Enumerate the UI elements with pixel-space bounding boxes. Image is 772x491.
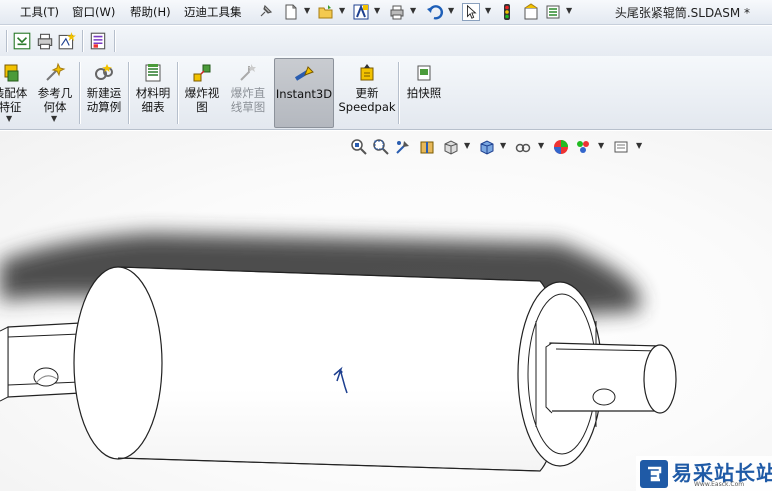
explode-line-sketch-icon [240,64,256,81]
menu-window[interactable]: 窗口(W) [72,4,115,20]
explode-line-sketch-button[interactable]: 爆炸直 线草图 [226,58,270,128]
toolbar-separator [114,30,115,52]
exploded-view-icon [193,64,211,82]
assembly-features-label: 装配体 特征 [0,86,28,114]
motion-study-icon [95,64,113,80]
options-icon[interactable] [544,3,562,21]
toolbar-separator [6,30,7,52]
assembly-features-button[interactable]: 装配体 特征 [0,58,32,128]
new-motion-study-label: 新建运 动算例 [86,86,122,114]
design-table-icon[interactable] [88,31,108,51]
standard-toolbar [0,26,772,56]
graphics-area[interactable]: ▼ ▼ ▼ ▼ ▼ [0,131,772,491]
bill-of-materials-button[interactable]: 材料明 细表 [131,58,175,128]
watermark-logo [640,460,668,488]
take-snapshot-button[interactable]: 拍快照 [402,58,446,128]
save-sheet-icon[interactable] [12,31,32,51]
command-separator [398,62,399,124]
new-drawing-icon[interactable] [57,31,77,51]
command-separator [79,62,80,124]
reference-geometry-label: 参考几 何体 [37,86,73,114]
pin-icon[interactable] [256,3,274,21]
undo-dropdown-arrow[interactable]: ▼ [448,6,454,15]
menu-help[interactable]: 帮助(H) [130,4,171,20]
reference-geometry-arrow[interactable]: ▼ [51,114,57,123]
right-shaft-hole [592,388,616,406]
instant3d-button[interactable]: Instant3D [274,58,334,128]
site-watermark: 易采站长站 Www.Easck.Com [636,456,772,491]
select-pointer-icon[interactable] [462,3,480,21]
menu-bar: 工具(T) 窗口(W) 帮助(H) 迈迪工具集 ▼ ▼ ▼ ▼ ▼ ▼ ▼ 头尾… [0,0,772,25]
menu-maidi-tools[interactable]: 迈迪工具集 [184,4,242,20]
update-speedpak-icon [360,64,374,81]
file-properties-icon[interactable] [522,3,540,21]
menu-tools[interactable]: 工具(T) [20,4,59,20]
update-speedpak-label: 更新 Speedpak [338,86,396,114]
undo-icon[interactable] [426,3,444,21]
traffic-light-icon[interactable] [498,3,516,21]
update-speedpak-button[interactable]: 更新 Speedpak [338,58,396,128]
assembly-features-arrow[interactable]: ▼ [6,114,12,123]
select-dropdown-arrow[interactable]: ▼ [485,6,491,15]
command-separator [177,62,178,124]
open-folder-icon[interactable] [317,3,335,21]
instant3d-icon [294,66,314,81]
assembly-features-icon [4,64,19,82]
toolbar-separator [82,30,83,52]
print-dropdown-arrow[interactable]: ▼ [410,6,416,15]
exploded-view-button[interactable]: 爆炸视 图 [180,58,224,128]
open-dropdown-arrow[interactable]: ▼ [339,6,345,15]
bill-of-materials-label: 材料明 细表 [135,86,171,114]
take-snapshot-label: 拍快照 [406,86,442,100]
command-separator [128,62,129,124]
options-dropdown-arrow[interactable]: ▼ [566,6,572,15]
explode-line-sketch-label: 爆炸直 线草图 [230,86,266,114]
reference-geometry-icon [46,62,66,81]
new-document-icon[interactable] [282,3,300,21]
document-title: 头尾张紧辊筒.SLDASM * [614,6,750,20]
print-icon[interactable] [388,3,406,21]
exploded-view-label: 爆炸视 图 [184,86,220,114]
rebuild-dropdown-arrow[interactable]: ▼ [374,6,380,15]
command-manager: 装配体 特征 ▼ 参考几 何体 ▼ 新建运 动算例 材料明 细表 爆炸视 图 爆… [0,56,772,130]
roller-assembly-model[interactable] [0,131,772,491]
roller-body [117,266,562,472]
rebuild-icon[interactable] [352,3,370,21]
new-motion-study-button[interactable]: 新建运 动算例 [82,58,126,128]
new-dropdown-arrow[interactable]: ▼ [304,6,310,15]
roller-left-end [73,266,163,460]
watermark-subtitle: Www.Easck.Com [694,481,745,488]
print-preview-icon[interactable] [35,31,55,51]
camera-icon [417,65,431,81]
instant3d-label: Instant3D [275,87,333,101]
bill-of-materials-icon [145,64,161,82]
